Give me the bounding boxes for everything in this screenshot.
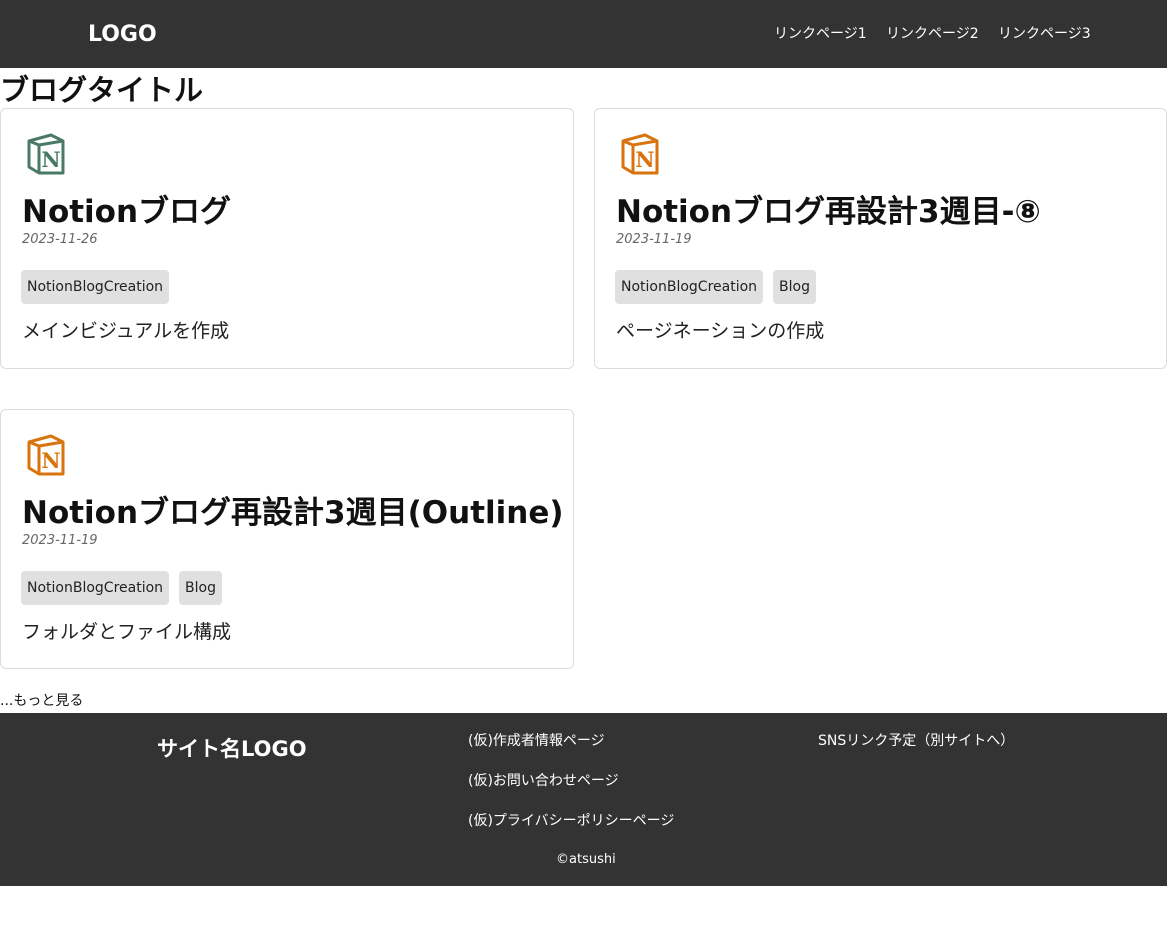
page-title: ブログタイトル — [0, 73, 204, 107]
footer-link-contact[interactable]: (仮)お問い合わせページ — [468, 771, 619, 791]
blog-post-card[interactable]: N Notionブログ再設計3週目-⑧ 2023-11-19 NotionBlo… — [594, 108, 1167, 369]
post-title[interactable]: Notionブログ再設計3週目(Outline) — [22, 494, 564, 532]
nav-link-page3[interactable]: リンクページ3 — [998, 24, 1091, 44]
tag-list: NotionBlogCreation — [21, 270, 170, 304]
blog-post-card[interactable]: N Notionブログ 2023-11-26 NotionBlogCreatio… — [0, 108, 574, 369]
tag-badge[interactable]: Blog — [179, 571, 222, 605]
post-description: メインビジュアルを作成 — [22, 320, 230, 342]
header-logo[interactable]: LOGO — [88, 20, 157, 50]
tag-badge[interactable]: Blog — [773, 270, 816, 304]
copyright: ©atsushi — [556, 852, 616, 867]
nav-link-page2[interactable]: リンクページ2 — [886, 24, 979, 44]
tag-badge[interactable]: NotionBlogCreation — [615, 270, 764, 304]
site-footer: サイト名LOGO (仮)作成者情報ページ (仮)お問い合わせページ (仮)プライ… — [0, 713, 1167, 886]
post-title[interactable]: Notionブログ — [22, 193, 231, 231]
more-link[interactable]: ...もっと見る — [0, 691, 83, 711]
blog-post-card[interactable]: N Notionブログ再設計3週目(Outline) 2023-11-19 No… — [0, 409, 574, 669]
tag-list: NotionBlogCreation Blog — [615, 270, 816, 304]
svg-text:N: N — [635, 147, 654, 172]
post-date: 2023-11-19 — [22, 533, 98, 548]
svg-text:N: N — [41, 147, 60, 172]
tag-list: NotionBlogCreation Blog — [21, 571, 222, 605]
notion-icon: N — [621, 133, 659, 175]
post-description: ページネーションの作成 — [616, 320, 825, 342]
footer-logo[interactable]: サイト名LOGO — [157, 735, 307, 763]
nav-link-page1[interactable]: リンクページ1 — [774, 24, 867, 44]
site-header: LOGO リンクページ1 リンクページ2 リンクページ3 — [0, 0, 1167, 68]
footer-link-author[interactable]: (仮)作成者情報ページ — [468, 731, 605, 751]
tag-badge[interactable]: NotionBlogCreation — [21, 270, 170, 304]
footer-sns-note: SNSリンク予定（別サイトへ） — [818, 733, 1015, 749]
post-description: フォルダとファイル構成 — [22, 621, 232, 643]
svg-text:N: N — [41, 448, 60, 473]
notion-icon: N — [27, 133, 65, 175]
tag-badge[interactable]: NotionBlogCreation — [21, 571, 170, 605]
post-title[interactable]: Notionブログ再設計3週目-⑧ — [616, 193, 1041, 231]
notion-icon: N — [27, 434, 65, 476]
footer-link-privacy[interactable]: (仮)プライバシーポリシーページ — [468, 811, 674, 831]
post-date: 2023-11-19 — [616, 232, 692, 247]
post-date: 2023-11-26 — [22, 232, 98, 247]
